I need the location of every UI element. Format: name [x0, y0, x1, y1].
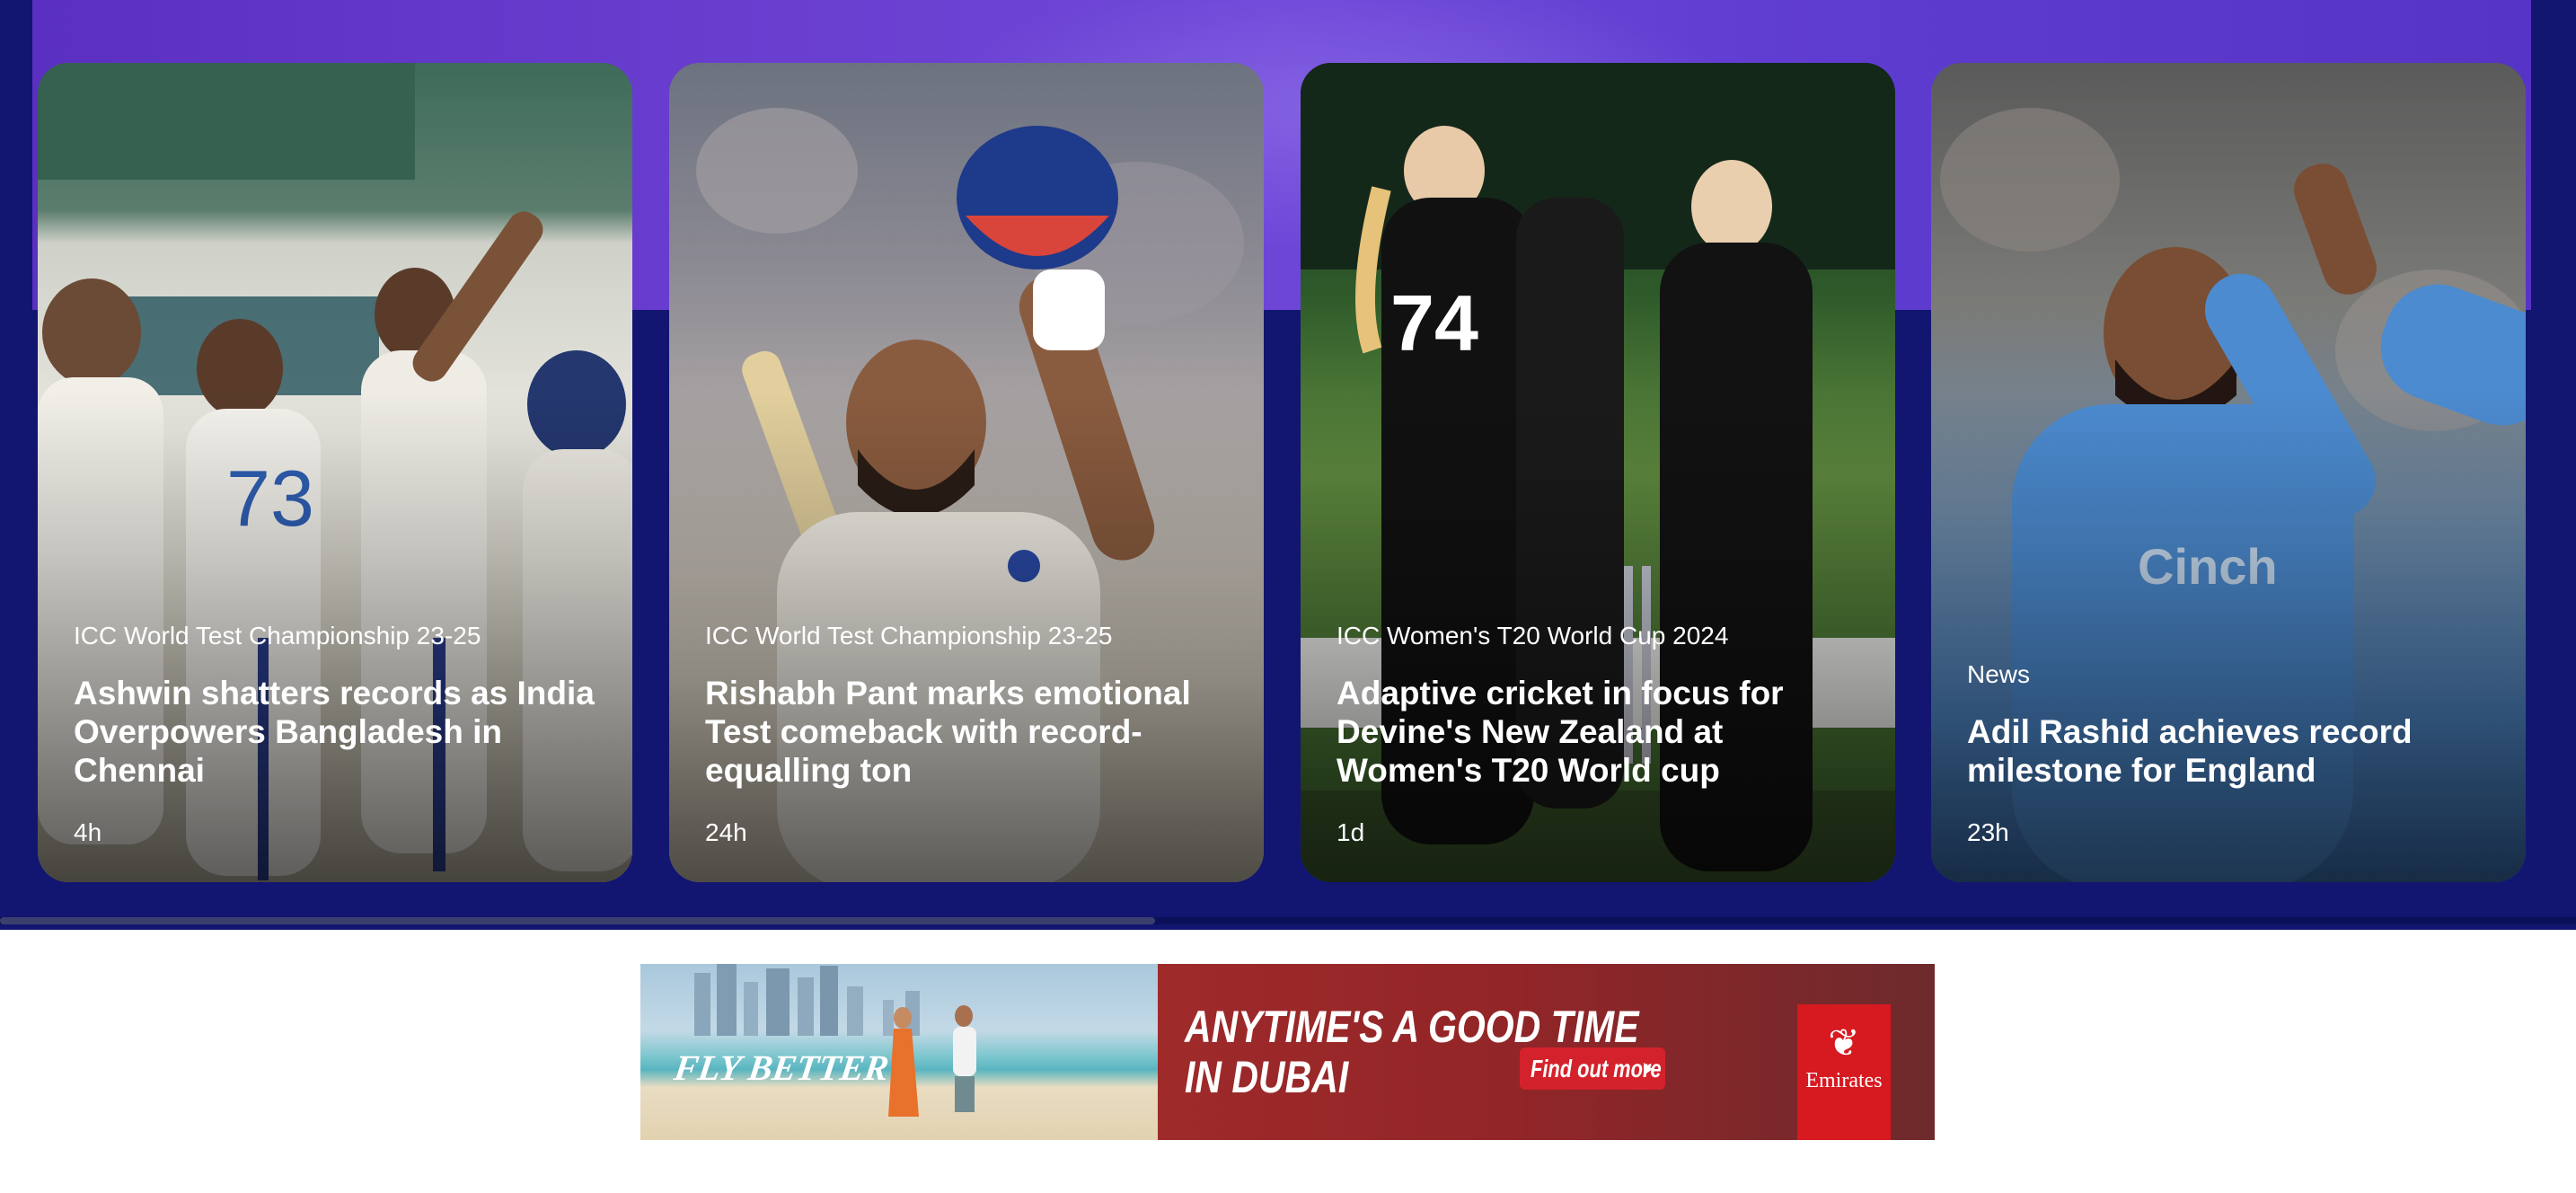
emirates-logo: ❦ Emirates [1797, 1004, 1891, 1140]
play-arrow-icon [1644, 1063, 1653, 1075]
news-card-text: ICC World Test Championship 23-25 Ashwin… [74, 620, 600, 849]
news-card[interactable]: 74 ICC Women's T20 World Cup 2024 Adapti… [1301, 63, 1895, 882]
news-card-timestamp: 24h [705, 818, 747, 846]
news-card-text: ICC Women's T20 World Cup 2024 Adaptive … [1337, 620, 1863, 849]
news-card-headline[interactable]: Ashwin shatters records as India Overpow… [74, 674, 600, 790]
ad-brand-name: Emirates [1805, 1069, 1883, 1092]
news-card-headline[interactable]: Rishabh Pant marks emotional Test comeba… [705, 674, 1231, 790]
ad-tagline: FLY BETTER [671, 1047, 892, 1088]
news-card-category: News [1967, 660, 2031, 688]
card-track: 73 ICC World Test Championship 23-25 Ash… [38, 63, 2526, 882]
carousel-scrollbar-thumb[interactable] [0, 917, 1155, 924]
ad-find-out-more-button[interactable]: Find out more [1520, 1047, 1665, 1090]
advertisement-banner[interactable]: FLY BETTER ANYTIME'S A GOOD TIME IN DUBA… [640, 964, 1935, 1140]
news-card-text: ICC World Test Championship 23-25 Rishab… [705, 620, 1231, 849]
news-card[interactable]: ICC World Test Championship 23-25 Rishab… [669, 63, 1264, 882]
news-card-timestamp: 23h [1967, 818, 2009, 846]
news-carousel: 73 ICC World Test Championship 23-25 Ash… [0, 0, 2576, 930]
ad-image: FLY BETTER [640, 964, 1158, 1140]
news-card-category: ICC World Test Championship 23-25 [705, 622, 1113, 650]
emirates-emblem-icon: ❦ [1828, 1021, 1860, 1065]
news-card-category: ICC World Test Championship 23-25 [74, 622, 481, 650]
news-card-text: News Adil Rashid achieves record milesto… [1967, 658, 2493, 849]
news-card-category: ICC Women's T20 World Cup 2024 [1337, 622, 1729, 650]
news-card-headline[interactable]: Adaptive cricket in focus for Devine's N… [1337, 674, 1863, 790]
news-card[interactable]: 73 ICC World Test Championship 23-25 Ash… [38, 63, 632, 882]
news-card[interactable]: Cinch News Adil Rashid achieves record m… [1931, 63, 2526, 882]
ad-cta-label: Find out more [1531, 1055, 1662, 1083]
news-card-headline[interactable]: Adil Rashid achieves record milestone fo… [1967, 712, 2493, 790]
news-card-timestamp: 1d [1337, 818, 1365, 846]
news-card-timestamp: 4h [74, 818, 102, 846]
